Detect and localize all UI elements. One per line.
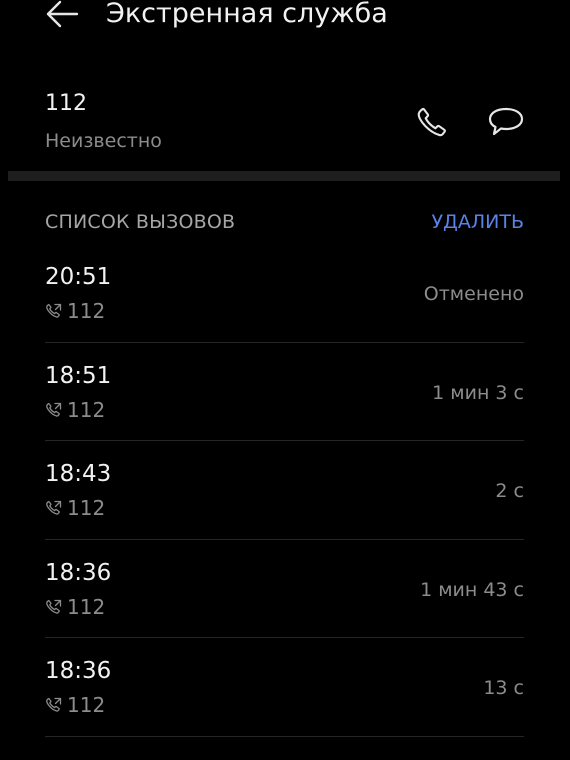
call-button[interactable] xyxy=(414,104,450,140)
back-button[interactable] xyxy=(44,0,80,30)
message-bubble-icon xyxy=(488,107,524,136)
call-duration: 1 мин 3 с xyxy=(432,381,524,404)
arrow-left-icon xyxy=(46,0,79,28)
call-number: 112 xyxy=(67,496,106,520)
call-duration: 1 мин 43 с xyxy=(420,578,524,601)
call-time: 20:51 xyxy=(45,264,112,290)
call-duration: Отменено xyxy=(423,283,524,305)
contact-label: Неизвестно xyxy=(45,130,162,152)
call-number-line: 112 xyxy=(45,594,105,620)
phone-icon xyxy=(417,107,446,137)
page-title: Экстренная служба xyxy=(106,0,388,29)
call-number: 112 xyxy=(67,594,106,619)
call-log-row[interactable]: 18:51 112 1 мин 3 с xyxy=(45,343,524,441)
call-log-row[interactable]: 18:36 112 13 с xyxy=(45,638,524,737)
call-time: 18:36 xyxy=(45,559,112,586)
message-button[interactable] xyxy=(486,104,526,140)
call-number-line: 112 xyxy=(45,495,105,521)
call-log-title: СПИСОК ВЫЗОВОВ xyxy=(45,211,236,233)
call-number-line: 112 xyxy=(45,397,105,423)
call-number-line: 112 xyxy=(45,692,105,718)
call-time: 18:36 xyxy=(45,658,112,684)
app-bar: Экстренная служба xyxy=(0,0,570,34)
call-log-row[interactable]: 18:43 112 2 с xyxy=(45,441,524,540)
outgoing-call-icon xyxy=(46,303,62,318)
delete-button[interactable]: УДАЛИТЬ xyxy=(431,208,524,236)
contact-card: 112 Неизвестно xyxy=(0,86,570,168)
outgoing-call-icon xyxy=(46,697,62,712)
call-time: 18:51 xyxy=(45,362,112,389)
call-number: 112 xyxy=(67,693,106,717)
contact-number: 112 xyxy=(45,91,87,116)
outgoing-call-icon xyxy=(46,500,62,515)
call-duration: 2 с xyxy=(495,480,524,502)
call-log-row[interactable]: 18:36 112 1 мин 43 с xyxy=(45,540,524,638)
call-duration: 13 с xyxy=(483,677,524,699)
outgoing-call-icon xyxy=(46,402,62,417)
call-log-list: 20:51 112 Отменено 18:51 112 1 мин 3 с 1… xyxy=(45,244,524,737)
call-number: 112 xyxy=(67,299,106,323)
call-number-line: 112 xyxy=(45,298,105,324)
outgoing-call-icon xyxy=(46,599,62,614)
call-time: 18:43 xyxy=(45,461,112,487)
call-number: 112 xyxy=(67,397,106,422)
call-log-row[interactable]: 20:51 112 Отменено xyxy=(45,244,524,343)
section-divider xyxy=(8,171,560,181)
